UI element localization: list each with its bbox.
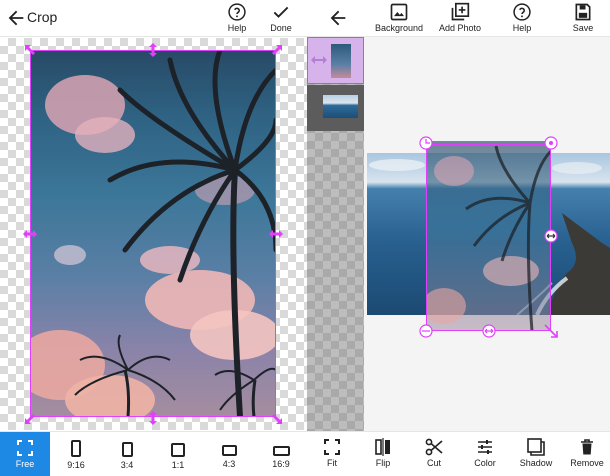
shadow-icon: [527, 438, 545, 456]
remove-button[interactable]: Remove: [562, 432, 610, 476]
rotate-guide-line: [426, 144, 551, 145]
back-arrow-icon[interactable]: [5, 7, 27, 29]
edge-handle-bottom[interactable]: [146, 411, 160, 425]
scale-handle-bottom-right[interactable]: [544, 324, 558, 338]
crop-frame: [30, 50, 276, 417]
ratio-label: Free: [15, 459, 35, 469]
help-label: Help: [227, 23, 247, 33]
resize-handle-bottom[interactable]: [482, 324, 496, 338]
flip-icon: [375, 438, 390, 456]
ratio-free-button[interactable]: Free: [0, 432, 50, 476]
selection-frame: [426, 141, 551, 331]
done-button[interactable]: Done: [261, 2, 301, 33]
back-arrow-icon[interactable]: [327, 7, 349, 29]
corner-handle-bottom-right[interactable]: [269, 411, 283, 425]
tool-label: Fit: [327, 458, 337, 468]
editor-toolbar: Background Add Photo Help Save: [307, 0, 610, 37]
help-circle-icon: [513, 3, 531, 21]
help-circle-icon: [228, 3, 246, 21]
tool-label: Shadow: [519, 458, 553, 468]
edge-handle-left[interactable]: [23, 227, 37, 241]
trash-icon: [581, 439, 593, 455]
color-button[interactable]: Color: [460, 432, 510, 476]
crop-toolbar: Crop Help Done: [0, 0, 307, 37]
shadow-button[interactable]: Shadow: [511, 432, 561, 476]
ratio-9-16-button[interactable]: 9:16: [51, 432, 101, 476]
corner-handle-top-left[interactable]: [24, 44, 38, 58]
fit-icon: [324, 439, 340, 455]
layer-panel: [307, 37, 364, 431]
scissors-icon: [425, 438, 443, 456]
tool-label: Color: [474, 458, 496, 468]
ratio-3-4-icon: [121, 442, 133, 457]
layer-thumbnail-palm[interactable]: [307, 37, 364, 84]
flip-handle-bottom-left[interactable]: [419, 324, 433, 338]
tool-label: Remove: [570, 458, 604, 468]
ratio-label: 3:4: [120, 460, 134, 470]
cut-button[interactable]: Cut: [409, 432, 459, 476]
ratio-4-3-icon: [221, 445, 237, 456]
corner-handle-top-right[interactable]: [269, 44, 283, 58]
page-title: Crop: [27, 9, 58, 25]
ratio-label: 4:3: [222, 459, 236, 469]
edge-handle-top[interactable]: [146, 43, 160, 57]
editor-tool-bar: Fit Flip Cut Color Shadow Remove: [307, 431, 610, 476]
ocean-thumbnail-image: [323, 95, 358, 118]
drag-handle-icon: [311, 55, 327, 65]
image-icon: [390, 3, 408, 21]
ratio-1-1-button[interactable]: 1:1: [153, 432, 203, 476]
help-label: Help: [512, 23, 532, 33]
palm-thumbnail-image: [331, 44, 351, 78]
aspect-ratio-bar: Free 9:16 3:4 1:1 4:3 16:9: [0, 431, 307, 476]
save-label: Save: [572, 23, 594, 33]
free-crop-icon: [17, 440, 33, 456]
fit-button[interactable]: Fit: [307, 432, 357, 476]
checkmark-icon: [273, 6, 289, 18]
tool-label: Cut: [426, 458, 441, 468]
ratio-3-4-button[interactable]: 3:4: [102, 432, 152, 476]
background-button[interactable]: Background: [369, 2, 429, 33]
help-button[interactable]: Help: [502, 2, 542, 33]
ratio-1-1-icon: [171, 443, 185, 457]
done-label: Done: [270, 23, 292, 33]
tool-label: Flip: [375, 458, 391, 468]
corner-handle-bottom-left[interactable]: [24, 411, 38, 425]
crop-screen: Crop Help Done Free 9:16 3:4 1:1 4:3 16:…: [0, 0, 307, 476]
resize-handle-right[interactable]: [544, 229, 558, 243]
layer-thumbnail-ocean[interactable]: [307, 85, 364, 131]
help-button[interactable]: Help: [217, 2, 257, 33]
ratio-16-9-icon: [272, 446, 290, 456]
add-photo-button[interactable]: Add Photo: [434, 2, 486, 33]
crop-canvas[interactable]: [0, 38, 307, 430]
add-photo-icon: [451, 2, 470, 21]
add-photo-label: Add Photo: [438, 23, 482, 33]
background-label: Background: [374, 23, 424, 33]
flip-button[interactable]: Flip: [358, 432, 408, 476]
save-disk-icon: [575, 3, 591, 21]
rotate-handle-top-left[interactable]: [419, 136, 433, 150]
ratio-label: 9:16: [67, 460, 85, 470]
ratio-4-3-button[interactable]: 4:3: [204, 432, 254, 476]
ratio-9-16-icon: [71, 440, 81, 457]
edge-handle-right[interactable]: [269, 227, 283, 241]
sliders-icon: [478, 440, 492, 454]
rotate-handle-top-right[interactable]: [544, 136, 558, 150]
ratio-16-9-button[interactable]: 16:9: [256, 432, 306, 476]
ratio-label: 16:9: [272, 459, 290, 469]
ratio-label: 1:1: [171, 460, 185, 470]
editor-canvas[interactable]: [364, 37, 610, 431]
save-button[interactable]: Save: [563, 2, 603, 33]
